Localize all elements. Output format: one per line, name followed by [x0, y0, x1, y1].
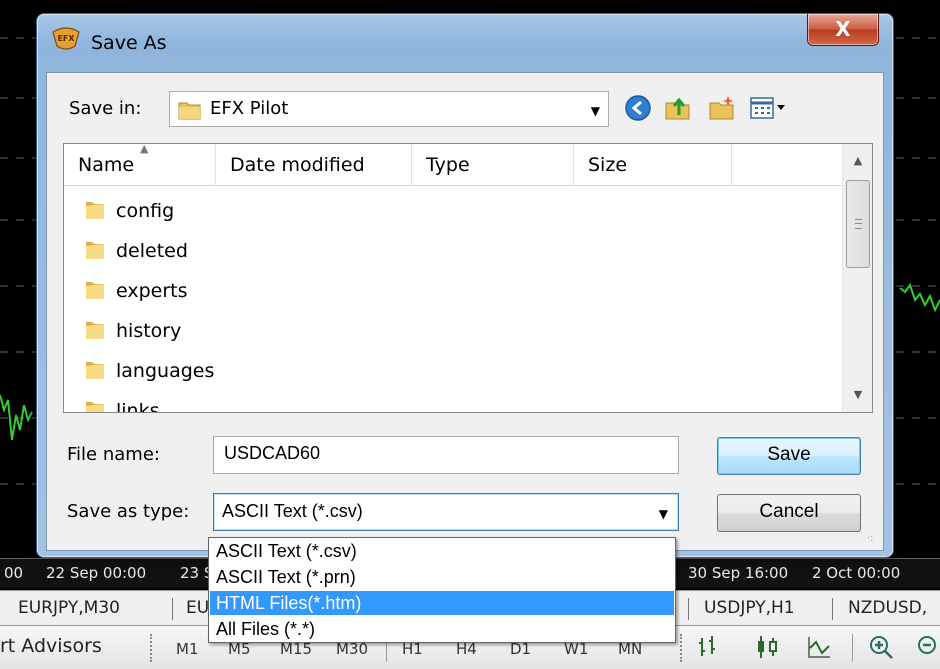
folder-icon: [86, 242, 104, 259]
toolbar-grip[interactable]: [150, 634, 156, 662]
time-label: 30 Sep 16:00: [688, 564, 789, 582]
back-icon[interactable]: [623, 93, 653, 123]
chevron-down-icon[interactable]: ▼: [659, 507, 668, 521]
expert-advisors-button[interactable]: rt Advisors: [0, 635, 102, 657]
save-as-type-label: Save as type:: [67, 501, 190, 522]
svg-text:EFX: EFX: [57, 34, 75, 43]
scroll-down-icon[interactable]: ▼: [843, 378, 872, 412]
save-as-type-value: ASCII Text (*.csv): [222, 501, 363, 521]
save-in-dropdown[interactable]: EFX Pilot ▼: [169, 91, 609, 127]
timeframe-m1[interactable]: M1: [176, 640, 199, 658]
list-item[interactable]: experts: [64, 272, 464, 312]
column-type[interactable]: Type: [412, 144, 574, 186]
efx-app-icon: EFX: [52, 27, 80, 50]
toolbar-divider: [852, 634, 853, 662]
view-menu-icon[interactable]: [749, 93, 791, 123]
folder-icon: [178, 102, 201, 120]
folder-name: deleted: [116, 240, 188, 262]
time-label: 2 Oct 00:00: [812, 564, 901, 582]
vertical-scrollbar[interactable]: ▲ ▼: [842, 144, 872, 412]
cancel-button[interactable]: Cancel: [717, 494, 861, 532]
time-label: 22 Sep 00:00: [46, 564, 147, 582]
resize-grip-icon[interactable]: ·:: [867, 534, 879, 548]
bar-chart-icon[interactable]: [696, 634, 722, 660]
list-item[interactable]: links: [64, 392, 464, 413]
chevron-down-icon[interactable]: ▼: [591, 104, 600, 118]
folder-icon: [86, 362, 104, 379]
dialog-body: Save in: EFX Pilot ▼ ▲ Name Date modifie…: [46, 72, 884, 551]
list-item[interactable]: config: [64, 192, 464, 232]
zoom-in-icon[interactable]: [868, 634, 894, 660]
close-icon: X: [835, 17, 851, 41]
column-type-label: Type: [426, 154, 470, 176]
save-button[interactable]: Save: [717, 437, 861, 475]
file-list[interactable]: ▲ Name Date modified Type Size config de…: [63, 143, 873, 413]
tab-divider: [832, 598, 833, 620]
scroll-thumb[interactable]: [846, 180, 870, 268]
save-as-dialog: EFX Save As X Save in: EFX Pilot ▼ ▲ Nam…: [36, 13, 894, 558]
dialog-titlebar[interactable]: EFX Save As X: [37, 14, 893, 72]
option-html-files[interactable]: HTML Files(*.htm): [210, 591, 674, 615]
column-name-label: Name: [78, 154, 135, 176]
option-all-files[interactable]: All Files (*.*): [210, 617, 674, 641]
folder-name: config: [116, 200, 175, 222]
file-type-options: ASCII Text (*.csv) ASCII Text (*.prn) HT…: [208, 537, 676, 643]
tab-eurjpy-m30[interactable]: EURJPY,M30: [18, 598, 120, 618]
column-size-label: Size: [588, 154, 628, 176]
tab-eu[interactable]: EU: [186, 598, 209, 618]
toolbar-grip[interactable]: [680, 634, 686, 662]
option-ascii-csv[interactable]: ASCII Text (*.csv): [210, 539, 674, 563]
tab-divider: [172, 598, 173, 620]
line-chart-icon[interactable]: [806, 634, 832, 660]
folder-name: history: [116, 320, 182, 342]
folder-icon: [86, 202, 104, 219]
save-in-label: Save in:: [69, 98, 142, 119]
folder-icon: [86, 322, 104, 339]
column-header: ▲ Name Date modified Type Size: [64, 144, 844, 186]
file-name-label: File name:: [67, 444, 160, 465]
scroll-up-icon[interactable]: ▲: [843, 144, 872, 178]
folder-icon: [86, 402, 104, 412]
time-label: 00: [4, 564, 24, 582]
column-name[interactable]: ▲ Name: [64, 144, 216, 186]
close-button[interactable]: X: [807, 14, 879, 46]
option-ascii-prn[interactable]: ASCII Text (*.prn): [210, 565, 674, 589]
zoom-out-icon[interactable]: [916, 634, 940, 660]
column-date-modified[interactable]: Date modified: [216, 144, 412, 186]
list-item[interactable]: languages: [64, 352, 464, 392]
up-folder-icon[interactable]: [663, 93, 693, 123]
dialog-title: Save As: [91, 32, 167, 54]
column-date-modified-label: Date modified: [230, 154, 365, 176]
tab-usdjpy-h1[interactable]: USDJPY,H1: [704, 598, 795, 618]
save-as-type-dropdown[interactable]: ASCII Text (*.csv) ▼: [213, 493, 679, 531]
folder-icon: [86, 282, 104, 299]
new-folder-icon[interactable]: [707, 93, 737, 123]
tab-nzdusd[interactable]: NZDUSD,: [848, 598, 927, 618]
folder-name: links: [116, 400, 160, 413]
list-item[interactable]: deleted: [64, 232, 464, 272]
tab-divider: [688, 598, 689, 620]
list-item[interactable]: history: [64, 312, 464, 352]
sort-up-icon: ▲: [140, 143, 149, 155]
candlestick-icon[interactable]: [754, 634, 780, 660]
folder-name: languages: [116, 360, 215, 382]
save-in-value: EFX Pilot: [210, 98, 289, 119]
column-size[interactable]: Size: [574, 144, 732, 186]
folder-name: experts: [116, 280, 188, 302]
file-name-input[interactable]: USDCAD60: [213, 436, 679, 474]
